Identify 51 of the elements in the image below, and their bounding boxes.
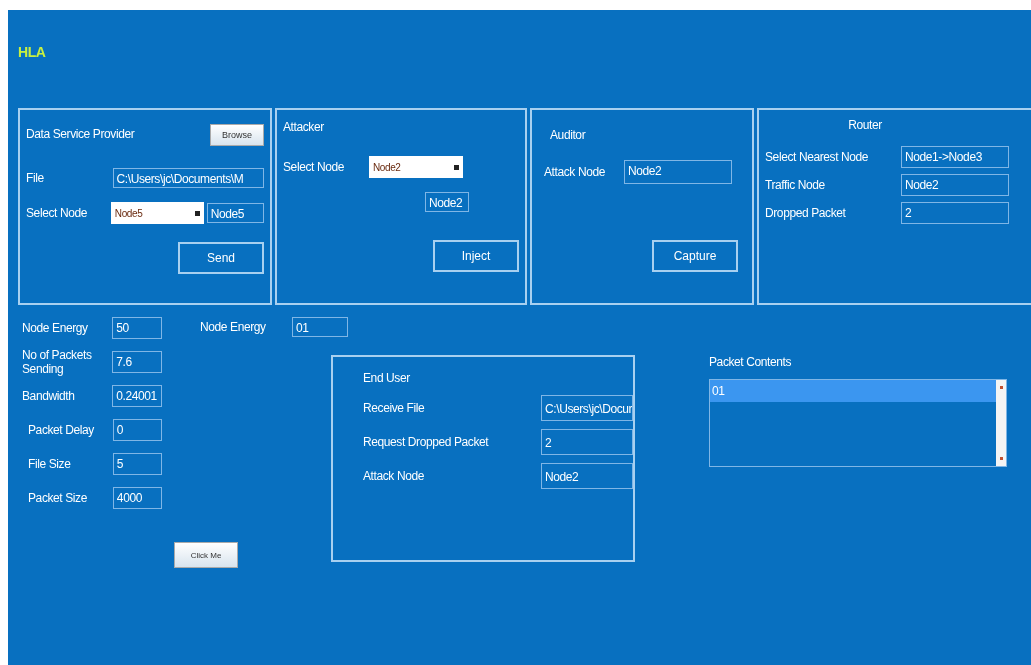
text-field[interactable]: 01 [292,317,348,337]
panel-title: Attacker [283,120,325,134]
text-field[interactable]: Node2 [901,174,1009,196]
capture-button[interactable]: Capture [652,240,738,272]
field-label: Traffic Node [765,178,826,192]
send-button[interactable]: Send [178,242,264,274]
field-label: File Size [27,457,72,471]
list-label: Packet Contents [709,355,793,369]
text-field[interactable]: 2 [541,429,633,455]
text-field[interactable]: Node2 [425,192,469,212]
field-label: Node Energy [22,321,89,335]
field-label: Attack Node [544,165,606,179]
text-field[interactable]: Node5 [206,203,264,223]
inject-button[interactable]: Inject [433,240,519,272]
text-field[interactable]: 7.6 [112,351,162,373]
field-label: Dropped Packet [765,206,847,220]
field-label: Packet Delay [27,423,95,437]
text-field[interactable]: 5 [112,453,162,475]
field-label: Node Energy [200,320,267,334]
text-field[interactable]: Node2 [541,463,633,489]
field-label: Select Nearest Node [765,150,870,164]
panel-title: End User [363,371,411,385]
text-field[interactable]: C:\Users\jc\Documents\M [112,168,264,188]
dropdown[interactable]: Node2 [369,156,463,178]
panel-title: Data Service Provider [26,127,135,141]
text-field[interactable]: Node1->Node3 [901,146,1009,168]
field-label: Attack Node [363,469,425,483]
field-label: Request Dropped Packet [363,435,490,449]
text-field[interactable]: 0 [112,419,162,441]
text-field[interactable]: Node2 [624,160,732,184]
field-label: Select Node [283,160,345,174]
field-label: No of Packets Sending [22,348,93,376]
app-title: HLA [18,44,47,62]
packet-list[interactable]: 01 [709,379,1007,467]
dropdown[interactable]: Node5 [110,202,204,224]
browse-button[interactable]: Browse [210,124,264,146]
click-me-button[interactable]: Click Me [174,542,238,568]
text-field[interactable]: C:\Users\jc\Docur [541,395,633,421]
list-item[interactable]: 01 [710,380,996,402]
text-field[interactable]: 50 [112,317,162,339]
field-label: Packet Size [27,491,88,505]
field-label: File [26,171,45,185]
panel-title: Router [848,118,882,132]
field-label: Bandwidth [22,389,76,403]
text-field[interactable]: 4000 [112,487,162,509]
field-label: Receive File [363,401,426,415]
panel-title: Auditor [550,128,587,142]
text-field[interactable]: 0.24001 [112,385,162,407]
scrollbar[interactable] [996,380,1006,466]
text-field[interactable]: 2 [901,202,1009,224]
field-label: Select Node [26,206,88,220]
